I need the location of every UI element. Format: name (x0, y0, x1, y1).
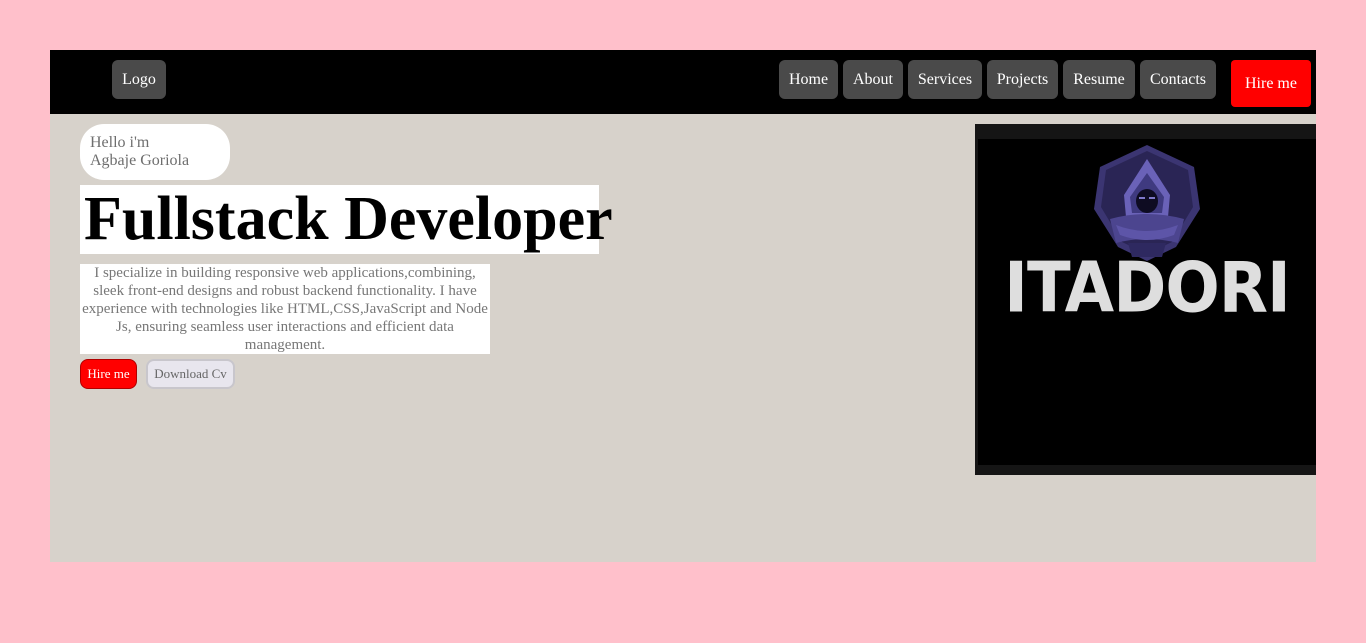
hire-me-button[interactable]: Hire me (80, 359, 137, 389)
author-name: Agbaje Goriola (90, 152, 190, 169)
greeting-line: Hello i'm (90, 134, 150, 151)
greeting-bubble: Hello i'm Agbaje Goriola (80, 124, 230, 180)
brand-text: ITADORI (1004, 249, 1291, 329)
nav-item-services[interactable]: Services (908, 60, 982, 99)
logo-button[interactable]: Logo (112, 60, 166, 99)
navbar: Logo Home About Services Projects Resume… (50, 50, 1316, 114)
nav-item-contacts[interactable]: Contacts (1140, 60, 1216, 99)
page-title: Fullstack Developer (80, 185, 613, 254)
nav-item-projects[interactable]: Projects (987, 60, 1058, 99)
nav-item-resume[interactable]: Resume (1063, 60, 1135, 99)
nav-item-about[interactable]: About (843, 60, 903, 99)
portfolio-frame: Logo Home About Services Projects Resume… (50, 50, 1316, 562)
download-cv-button[interactable]: Download Cv (146, 359, 235, 389)
profile-image: ITADORI (975, 124, 1316, 475)
profile-image-canvas: ITADORI (978, 139, 1316, 465)
nav-item-home[interactable]: Home (779, 60, 838, 99)
intro-description: I specialize in building responsive web … (80, 264, 490, 354)
nav-hire-button[interactable]: Hire me (1231, 60, 1311, 107)
